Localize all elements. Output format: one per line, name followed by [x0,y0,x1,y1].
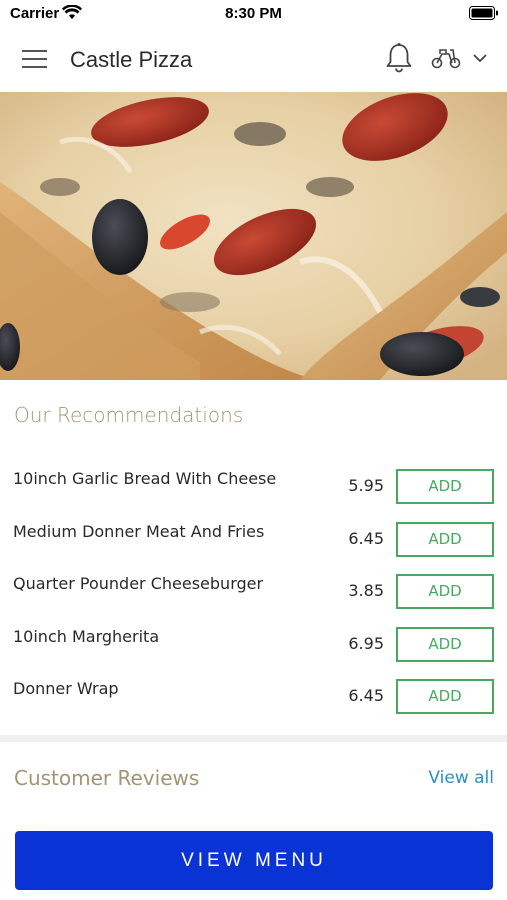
item-name: Medium Donner Meat And Fries [13,521,265,541]
item-price: 6.45 [348,528,384,548]
item-price: 3.85 [348,581,384,600]
item-name: Quarter Pounder Cheeseburger [13,574,264,593]
add-button[interactable]: ADD [396,469,494,504]
list-item: 10inch Margherita 6.95 ADD [0,618,507,671]
page-title: Castle Pizza [70,47,193,72]
add-button[interactable]: ADD [396,626,494,662]
status-time: 8:30 PM [225,5,282,22]
item-price: 6.45 [348,686,384,705]
status-bar: Carrier 8:30 PM [0,0,507,28]
bell-icon[interactable] [384,42,414,74]
app-header: Castle Pizza [0,28,507,92]
menu-icon[interactable] [22,48,48,70]
reviews-heading: Customer Reviews [14,766,200,790]
view-menu-button[interactable]: VIEW MENU [15,831,493,890]
hero-image [0,92,507,380]
section-divider [0,735,507,742]
item-name: 10inch Margherita [13,626,160,646]
item-price: 6.95 [348,633,384,653]
recommendations-list: 10inch Garlic Bread With Cheese 5.95 ADD… [0,460,507,723]
add-button[interactable]: ADD [396,574,494,609]
list-item: Quarter Pounder Cheeseburger 3.85 ADD [0,565,507,618]
list-item: Donner Wrap 6.45 ADD [0,670,507,723]
battery-icon [469,6,498,20]
recommendations-heading: Our Recommendations [14,403,244,427]
add-button[interactable]: ADD [396,679,494,714]
item-name: Donner Wrap [13,679,119,698]
item-price: 5.95 [348,476,384,495]
add-button[interactable]: ADD [396,521,494,557]
view-all-link[interactable]: View all [428,768,494,788]
scooter-icon[interactable] [430,46,462,70]
chevron-down-icon[interactable] [472,52,488,64]
list-item: 10inch Garlic Bread With Cheese 5.95 ADD [0,460,507,513]
pizza-photo [0,92,507,380]
item-name: 10inch Garlic Bread With Cheese [13,469,277,488]
list-item: Medium Donner Meat And Fries 6.45 ADD [0,513,507,566]
